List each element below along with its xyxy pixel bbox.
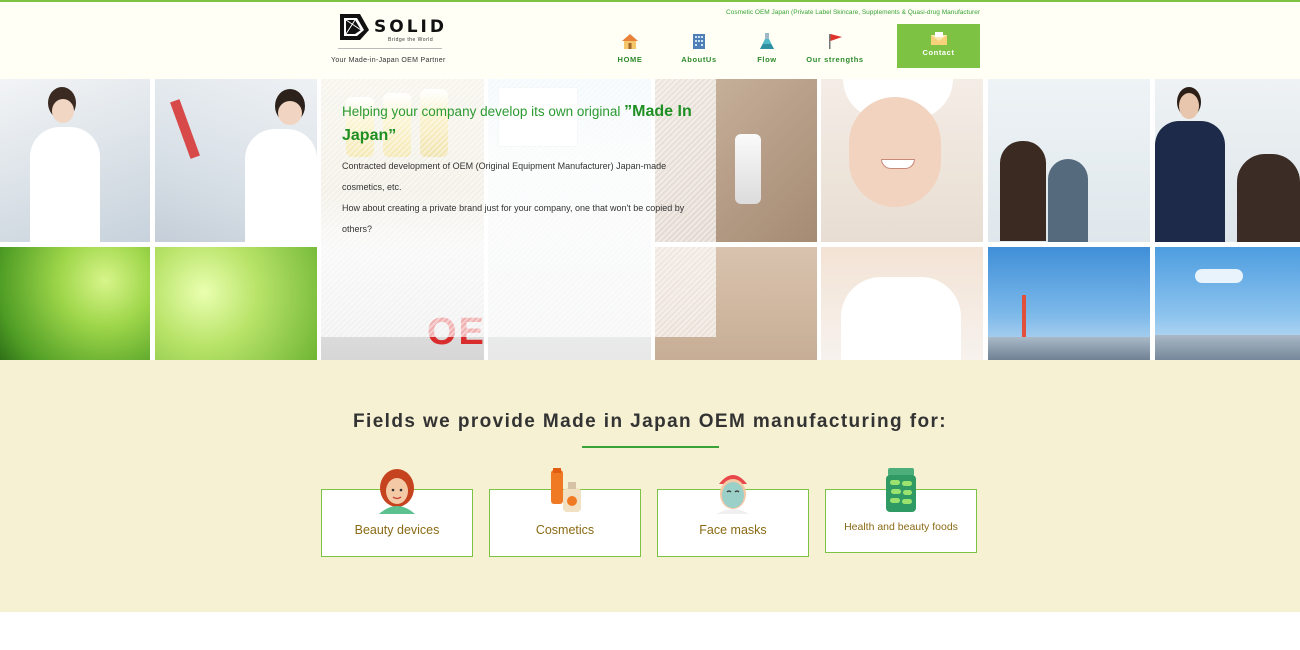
- woman-face-icon: [379, 469, 415, 514]
- flask-icon: [760, 33, 774, 49]
- logo-name: SOLID: [374, 17, 447, 37]
- hero-photo-lab-scientist: [0, 79, 150, 242]
- cosmetic-bottles-icon: [551, 468, 581, 512]
- hero-photo-green-leaves: [0, 247, 150, 360]
- site-logo[interactable]: SOLID Bridge the World: [338, 12, 448, 50]
- hero-photo-woman-tank: [821, 247, 983, 360]
- flag-icon: [829, 34, 842, 49]
- hero-title-prefix: Helping your company develop its own ori…: [342, 104, 625, 119]
- nav-home[interactable]: HOME: [590, 30, 670, 70]
- page-bottom-area: [0, 612, 1300, 650]
- hero-photo-smiling-woman: [821, 79, 983, 242]
- house-icon: [622, 34, 638, 49]
- hero-message-box: Helping your company develop its own ori…: [321, 79, 716, 337]
- hero-photo-lab-researcher: [155, 79, 317, 242]
- hero-photo-city-sky: [1155, 247, 1300, 360]
- fields-heading: Fields we provide Made in Japan OEM manu…: [353, 411, 947, 432]
- hero-photo-office-meeting: [988, 79, 1150, 242]
- hero-description-line: Contracted development of OEM (Original …: [342, 161, 667, 192]
- logo-divider: [338, 48, 442, 49]
- hero-title: Helping your company develop its own ori…: [342, 100, 702, 148]
- header-top-note: Cosmetic OEM Japan (Private Label Skinca…: [726, 9, 980, 16]
- contact-button[interactable]: Contact: [897, 24, 980, 68]
- tagline: Your Made-in-Japan OEM Partner: [331, 57, 446, 64]
- building-icon: [693, 34, 705, 49]
- contact-label: Contact: [922, 48, 955, 57]
- hero-photo-fresh-leaves: [155, 247, 317, 360]
- field-card-label: Face masks: [699, 523, 767, 537]
- fields-section: Fields we provide Made in Japan OEM manu…: [0, 360, 1300, 612]
- field-card-label: Cosmetics: [535, 523, 595, 537]
- nav-home-label: HOME: [617, 55, 643, 64]
- fields-heading-underline: [582, 446, 719, 448]
- field-card-label: Beauty devices: [354, 523, 440, 537]
- hero-photo-tokyo-skyline: [988, 247, 1150, 360]
- hero-description: Contracted development of OEM (Original …: [342, 156, 702, 240]
- nav-our-strengths-label: Our strengths: [806, 55, 864, 64]
- face-mask-icon: [717, 475, 749, 514]
- envelope-icon: [930, 32, 947, 45]
- nav-our-strengths[interactable]: Our strengths: [795, 30, 875, 70]
- hero-photo-presenter: [1155, 79, 1300, 242]
- logo-subtext: Bridge the World: [388, 37, 434, 43]
- hero-description-line: How about creating a private brand just …: [342, 203, 685, 234]
- field-card-label: Health and beauty foods: [844, 521, 958, 533]
- diamond-logo-icon: [340, 14, 369, 40]
- supplement-jar-icon: [886, 468, 916, 512]
